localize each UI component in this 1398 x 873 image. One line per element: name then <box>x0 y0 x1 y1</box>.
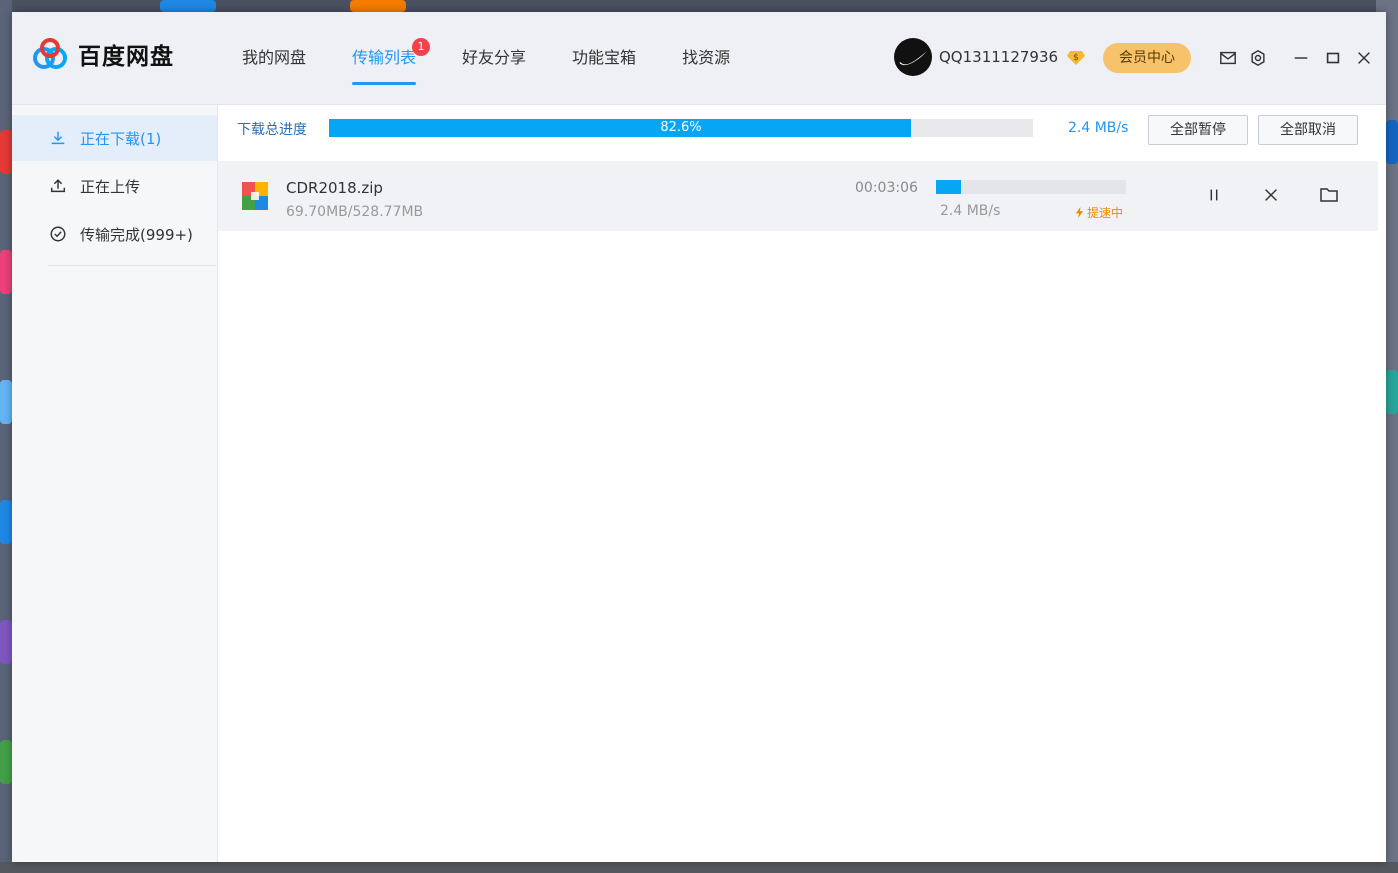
file-name: CDR2018.zip <box>286 179 383 197</box>
user-profile[interactable]: QQ1311127936 $ <box>894 38 1086 76</box>
check-circle-icon <box>48 224 68 244</box>
sidebar-item-label: 传输完成(999+) <box>80 225 193 244</box>
speed-boost-status: 提速中 <box>1074 204 1123 221</box>
download-icon <box>48 128 68 148</box>
cancel-all-button[interactable]: 全部取消 <box>1258 115 1358 145</box>
baidu-cloud-logo-icon <box>33 38 67 69</box>
speed-boost-label: 提速中 <box>1087 206 1124 220</box>
tab-transfer-list-label: 传输列表 <box>352 48 417 67</box>
overall-progress-bar: 82.6% <box>329 119 1033 137</box>
tab-my-netdisk[interactable]: 我的网盘 <box>242 12 306 104</box>
download-item-row[interactable]: CDR2018.zip 69.70MB/528.77MB 00:03:06 2.… <box>218 161 1378 231</box>
desktop-icon[interactable] <box>0 620 12 664</box>
desktop-icon[interactable] <box>0 130 12 174</box>
vip-diamond-icon[interactable]: $ <box>1066 47 1086 67</box>
member-center-button[interactable]: 会员中心 <box>1103 43 1191 73</box>
desktop-icon[interactable] <box>0 380 12 424</box>
app-name: 百度网盘 <box>78 44 174 70</box>
cancel-icon[interactable] <box>1258 182 1284 208</box>
nike-swoosh-icon <box>899 51 927 66</box>
desktop-icon[interactable] <box>0 740 12 784</box>
overall-progress-label: 下载总进度 <box>237 122 307 138</box>
tab-find-resources[interactable]: 找资源 <box>682 12 730 104</box>
sidebar-item-completed[interactable]: 传输完成(999+) <box>12 211 217 257</box>
file-size: 69.70MB/528.77MB <box>286 204 424 220</box>
pause-all-button[interactable]: 全部暂停 <box>1148 115 1248 145</box>
sidebar-item-label: 正在上传 <box>80 177 141 196</box>
transfer-sidebar: 正在下载(1) 正在上传 传输完成(999+) <box>12 105 218 862</box>
time-remaining: 00:03:06 <box>855 180 918 196</box>
top-nav: 我的网盘 传输列表 1 好友分享 功能宝箱 找资源 <box>242 12 776 104</box>
mail-icon[interactable] <box>1217 47 1239 69</box>
app-logo[interactable]: 百度网盘 <box>30 34 174 74</box>
tab-friend-share[interactable]: 好友分享 <box>462 12 526 104</box>
minimize-icon[interactable] <box>1290 47 1312 69</box>
sidebar-item-uploading[interactable]: 正在上传 <box>12 163 217 209</box>
overall-progress-row: 下载总进度 82.6% 2.4 MB/s 全部暂停 全部取消 <box>218 105 1386 151</box>
close-icon[interactable] <box>1353 47 1375 69</box>
title-bar: 百度网盘 我的网盘 传输列表 1 好友分享 功能宝箱 找资源 QQ1311127… <box>12 12 1386 105</box>
desktop-bottom-strip <box>0 862 1398 873</box>
tab-toolbox[interactable]: 功能宝箱 <box>572 12 636 104</box>
desktop-icon[interactable] <box>1386 120 1398 164</box>
svg-text:$: $ <box>1073 53 1079 63</box>
sidebar-divider <box>48 265 216 266</box>
sidebar-item-label: 正在下载(1) <box>80 129 162 148</box>
maximize-icon[interactable] <box>1322 47 1344 69</box>
download-list-panel: 下载总进度 82.6% 2.4 MB/s 全部暂停 全部取消 CDR2018.z… <box>218 105 1386 862</box>
desktop-icon[interactable] <box>350 0 406 12</box>
file-speed: 2.4 MB/s <box>940 203 1001 219</box>
pause-icon[interactable] <box>1201 182 1227 208</box>
desktop-icon[interactable] <box>0 250 12 294</box>
transfer-count-badge: 1 <box>412 38 431 56</box>
file-progress-fill <box>936 180 962 194</box>
username: QQ1311127936 <box>939 48 1059 66</box>
overall-speed: 2.4 MB/s <box>1068 120 1129 136</box>
desktop-icon[interactable] <box>160 0 216 12</box>
avatar[interactable] <box>894 38 932 76</box>
desktop-icon[interactable] <box>1386 370 1398 414</box>
desktop-icon[interactable] <box>0 500 12 544</box>
tab-transfer-list[interactable]: 传输列表 1 <box>352 12 431 104</box>
zip-archive-icon <box>242 182 268 210</box>
baidu-netdisk-window: 百度网盘 我的网盘 传输列表 1 好友分享 功能宝箱 找资源 QQ1311127… <box>12 12 1386 862</box>
lightning-icon <box>1075 207 1084 218</box>
file-progress-bar <box>936 180 1126 194</box>
sidebar-item-downloading[interactable]: 正在下载(1) <box>12 115 217 161</box>
upload-icon <box>48 176 68 196</box>
overall-progress-percent: 82.6% <box>660 120 702 135</box>
settings-gear-icon[interactable] <box>1247 47 1269 69</box>
open-folder-icon[interactable] <box>1316 182 1342 208</box>
